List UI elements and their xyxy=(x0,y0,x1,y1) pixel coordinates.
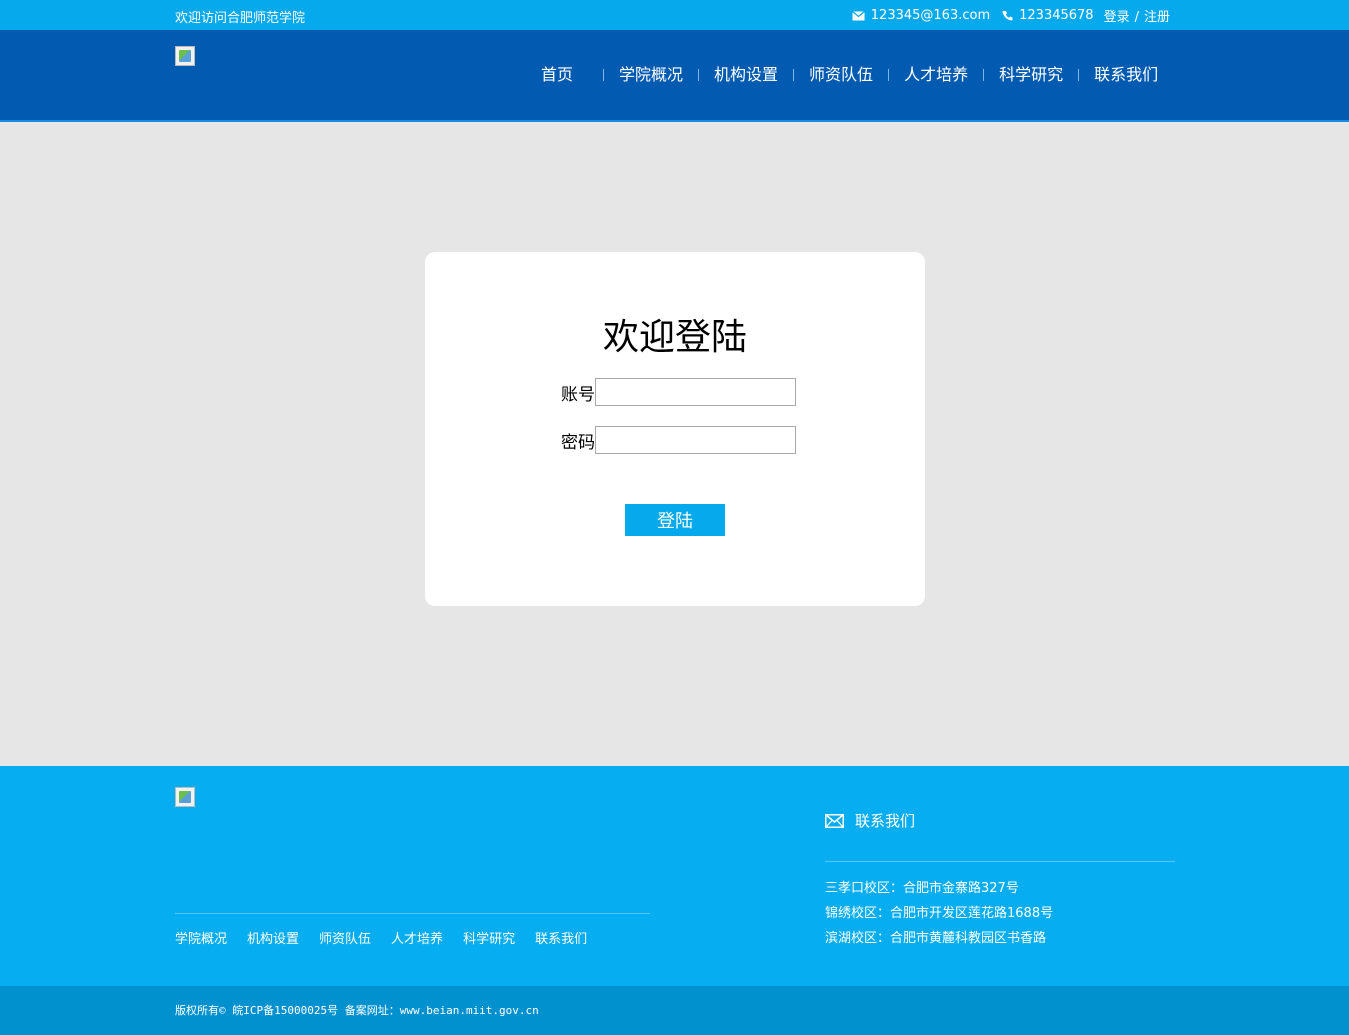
nav-item-home[interactable]: 首页 xyxy=(526,64,603,86)
site-header: 首页 学院概况 机构设置 师资队伍 人才培养 科学研究 联系我们 xyxy=(0,30,1349,122)
account-row: 账号 xyxy=(553,378,796,406)
password-row: 密码 xyxy=(553,426,796,454)
footer-link-departments[interactable]: 机构设置 xyxy=(247,928,299,947)
top-bar: 欢迎访问合肥师范学院 123345@163.com 123345678 登录 / 注… xyxy=(0,0,1349,30)
address-binhu: 滨湖校区：合肥市黄麓科教园区书香路 xyxy=(825,931,1047,946)
footer-logo xyxy=(175,787,195,807)
register-link[interactable]: 注册 xyxy=(1144,10,1170,25)
footer-divider xyxy=(175,913,650,914)
address-sanxiaokou: 三孝口校区：合肥市金寨路327号 xyxy=(825,881,1019,896)
mail-icon xyxy=(825,813,844,828)
nav-item-departments[interactable]: 机构设置 xyxy=(699,64,793,86)
email-text: 123345@163.com xyxy=(870,8,991,23)
login-link[interactable]: 登录 xyxy=(1104,10,1130,25)
login-button[interactable]: 登陆 xyxy=(625,504,725,536)
main-nav: 首页 学院概况 机构设置 师资队伍 人才培养 科学研究 联系我们 xyxy=(526,64,1173,86)
contact-divider xyxy=(825,861,1175,862)
nav-item-faculty[interactable]: 师资队伍 xyxy=(794,64,888,86)
mail-icon xyxy=(851,10,865,20)
footer-link-contact[interactable]: 联系我们 xyxy=(535,928,587,947)
nav-item-contact[interactable]: 联系我们 xyxy=(1079,64,1173,86)
nav-item-overview[interactable]: 学院概况 xyxy=(604,64,698,86)
account-label: 账号 xyxy=(561,384,595,405)
site-footer: 学院概况 机构设置 师资队伍 人才培养 科学研究 联系我们 联系我们 三孝口校区… xyxy=(0,766,1349,986)
auth-separator: / xyxy=(1134,10,1139,25)
nav-item-research[interactable]: 科学研究 xyxy=(984,64,1078,86)
copyright-bar: 版权所有© 皖ICP备15000025号 备案网址：www.beian.miit… xyxy=(0,986,1349,1035)
footer-links: 学院概况 机构设置 师资队伍 人才培养 科学研究 联系我们 xyxy=(175,928,607,947)
contact-title-text: 联系我们 xyxy=(855,812,916,830)
welcome-text: 欢迎访问合肥师范学院 xyxy=(175,11,306,26)
account-input[interactable] xyxy=(595,378,796,406)
password-input[interactable] xyxy=(595,426,796,454)
site-logo[interactable] xyxy=(175,46,195,66)
top-email: 123345@163.com xyxy=(851,8,991,23)
phone-text: 123345678 xyxy=(1019,8,1094,23)
footer-link-education[interactable]: 人才培养 xyxy=(391,928,443,947)
footer-link-faculty[interactable]: 师资队伍 xyxy=(319,928,371,947)
top-contact: 123345@163.com 123345678 登录 / 注册 xyxy=(840,6,1170,25)
footer-contact-title: 联系我们 xyxy=(825,810,915,831)
nav-item-education[interactable]: 人才培养 xyxy=(889,64,983,86)
login-card: 欢迎登陆 账号 密码 登陆 xyxy=(425,252,925,606)
copyright-text: 版权所有© 皖ICP备15000025号 备案网址：www.beian.miit… xyxy=(175,1004,539,1017)
password-label: 密码 xyxy=(561,432,595,453)
login-title: 欢迎登陆 xyxy=(602,317,747,358)
address-jinxiu: 锦绣校区：合肥市开发区莲花路1688号 xyxy=(825,906,1054,921)
footer-link-research[interactable]: 科学研究 xyxy=(463,928,515,947)
top-phone: 123345678 xyxy=(1002,8,1094,23)
auth-links: 登录 / 注册 xyxy=(1104,6,1170,25)
footer-link-overview[interactable]: 学院概况 xyxy=(175,928,227,947)
phone-icon xyxy=(1002,11,1013,21)
